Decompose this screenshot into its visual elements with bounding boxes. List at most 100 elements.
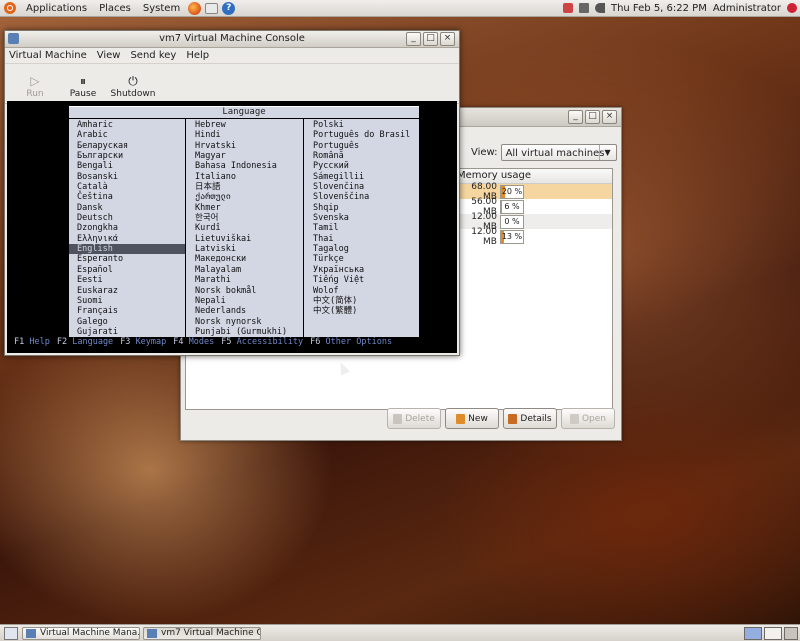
details-button[interactable]: Details	[503, 408, 557, 429]
close-icon[interactable]: ×	[440, 32, 455, 46]
language-option[interactable]: Français	[69, 306, 185, 316]
vm-screen[interactable]: Language Amharic Arabic Беларуская Българск…	[7, 101, 457, 353]
language-option[interactable]: Slovenčina	[305, 182, 419, 192]
language-option[interactable]: Marathi	[187, 275, 303, 285]
language-option[interactable]: Català	[69, 182, 185, 192]
language-option[interactable]: Dansk	[69, 203, 185, 213]
language-option[interactable]: Hindi	[187, 130, 303, 140]
language-option[interactable]: Esperanto	[69, 254, 185, 264]
language-option[interactable]: Italiano	[187, 172, 303, 182]
menu-virtual-machine[interactable]: Virtual Machine	[9, 50, 87, 61]
language-option[interactable]: Gujarati	[69, 327, 185, 337]
language-option[interactable]: Türkçe	[305, 254, 419, 264]
language-option[interactable]: Svenska	[305, 213, 419, 223]
language-option[interactable]: Kurdî	[187, 223, 303, 233]
new-button[interactable]: New	[445, 408, 499, 429]
run-button[interactable]: ▷ Run	[11, 73, 59, 103]
power-icon[interactable]	[787, 3, 797, 13]
language-option[interactable]: Español	[69, 265, 185, 275]
firefox-icon[interactable]	[188, 1, 202, 15]
language-option[interactable]: Polski	[305, 120, 419, 130]
maximize-icon[interactable]: □	[423, 32, 438, 46]
maximize-icon[interactable]: □	[585, 110, 600, 124]
language-option[interactable]: Thai	[305, 234, 419, 244]
language-option[interactable]: Norsk nynorsk	[187, 317, 303, 327]
language-option[interactable]: 中文(繁體)	[305, 306, 419, 316]
language-option[interactable]: Lietuviškai	[187, 234, 303, 244]
language-option[interactable]: Русский	[305, 161, 419, 171]
language-option[interactable]: Bahasa Indonesia	[187, 161, 303, 171]
open-button[interactable]: Open	[561, 408, 615, 429]
language-option[interactable]: Български	[69, 151, 185, 161]
minimize-icon[interactable]: _	[568, 110, 583, 124]
language-option[interactable]: Shqip	[305, 203, 419, 213]
user-name[interactable]: Administrator	[713, 3, 781, 14]
language-option[interactable]: Ελληνικά	[69, 234, 185, 244]
language-option[interactable]: Português do Brasil	[305, 130, 419, 140]
show-desktop-icon[interactable]	[4, 626, 18, 640]
language-option[interactable]: Hrvatski	[187, 141, 303, 151]
language-option[interactable]: Українська	[305, 265, 419, 275]
language-option[interactable]: Bengali	[69, 161, 185, 171]
language-option[interactable]: Čeština	[69, 192, 185, 202]
language-option[interactable]: Беларуская	[69, 141, 185, 151]
menu-applications[interactable]: Applications	[20, 0, 93, 16]
language-option[interactable]: 中文(简体)	[305, 296, 419, 306]
language-option[interactable]: Magyar	[187, 151, 303, 161]
language-option[interactable]: ქართული	[187, 192, 303, 202]
pause-button[interactable]: ⏸ Pause	[59, 73, 107, 103]
mail-icon[interactable]	[205, 2, 219, 14]
language-option[interactable]: Tamil	[305, 223, 419, 233]
vm-list-left[interactable]	[185, 352, 458, 410]
language-option[interactable]: Suomi	[69, 296, 185, 306]
language-option[interactable]: Hebrew	[187, 120, 303, 130]
network-icon[interactable]	[578, 3, 589, 13]
language-option[interactable]: Malayalam	[187, 265, 303, 275]
table-row[interactable]: 12.00 MB 13 %	[457, 227, 612, 247]
close-icon[interactable]: ×	[602, 110, 617, 124]
language-option[interactable]: Македонски	[187, 254, 303, 264]
volume-icon[interactable]	[594, 3, 605, 13]
console-titlebar[interactable]: vm7 Virtual Machine Console _ □ ×	[5, 31, 459, 48]
help-icon[interactable]: ?	[222, 1, 236, 15]
language-option[interactable]: Eesti	[69, 275, 185, 285]
menu-system[interactable]: System	[137, 0, 186, 16]
language-option[interactable]: Norsk bokmål	[187, 286, 303, 296]
language-option[interactable]: Euskaraz	[69, 286, 185, 296]
clock[interactable]: Thu Feb 5, 6:22 PM	[611, 3, 707, 14]
minimize-icon[interactable]: _	[406, 32, 421, 46]
shutdown-button[interactable]: ⏻ Shutdown	[107, 73, 159, 103]
language-option[interactable]: Português	[305, 141, 419, 151]
chevron-down-icon[interactable]: ▼	[598, 145, 616, 160]
workspace-1[interactable]	[744, 626, 762, 640]
delete-button[interactable]: Delete	[387, 408, 441, 429]
menu-places[interactable]: Places	[93, 0, 137, 16]
language-option[interactable]: Slovenščina	[305, 192, 419, 202]
workspace-2[interactable]	[764, 626, 782, 640]
task-vm-manager[interactable]: Virtual Machine Mana...	[22, 626, 140, 640]
language-option[interactable]: 日本語	[187, 182, 303, 192]
language-option[interactable]: English	[69, 244, 185, 255]
ubuntu-logo-icon[interactable]	[4, 2, 16, 14]
menu-send-key[interactable]: Send key	[130, 50, 176, 61]
vm-list[interactable]: Memory usage 68.00 MB 20 % 56.00 MB 6 % …	[457, 168, 613, 410]
menu-help[interactable]: Help	[186, 50, 209, 61]
language-option[interactable]: Amharic	[69, 120, 185, 130]
language-option[interactable]: Tiếng Việt	[305, 275, 419, 285]
language-option[interactable]: Nepali	[187, 296, 303, 306]
language-option[interactable]: Arabic	[69, 130, 185, 140]
update-icon[interactable]	[562, 3, 573, 13]
language-option[interactable]: Galego	[69, 317, 185, 327]
language-option[interactable]: Khmer	[187, 203, 303, 213]
language-option[interactable]: Wolof	[305, 286, 419, 296]
language-option[interactable]: 한국어	[187, 213, 303, 223]
language-option[interactable]: Tagalog	[305, 244, 419, 254]
task-vm-console[interactable]: vm7 Virtual Machine C...	[143, 626, 261, 640]
language-option[interactable]: Punjabi (Gurmukhi)	[187, 327, 303, 337]
language-option[interactable]: Sámegillii	[305, 172, 419, 182]
language-option[interactable]: Bosanski	[69, 172, 185, 182]
view-combo[interactable]: All virtual machines ▼	[500, 144, 617, 161]
language-option[interactable]: Română	[305, 151, 419, 161]
language-option[interactable]: Latviski	[187, 244, 303, 254]
language-option[interactable]: Nederlands	[187, 306, 303, 316]
